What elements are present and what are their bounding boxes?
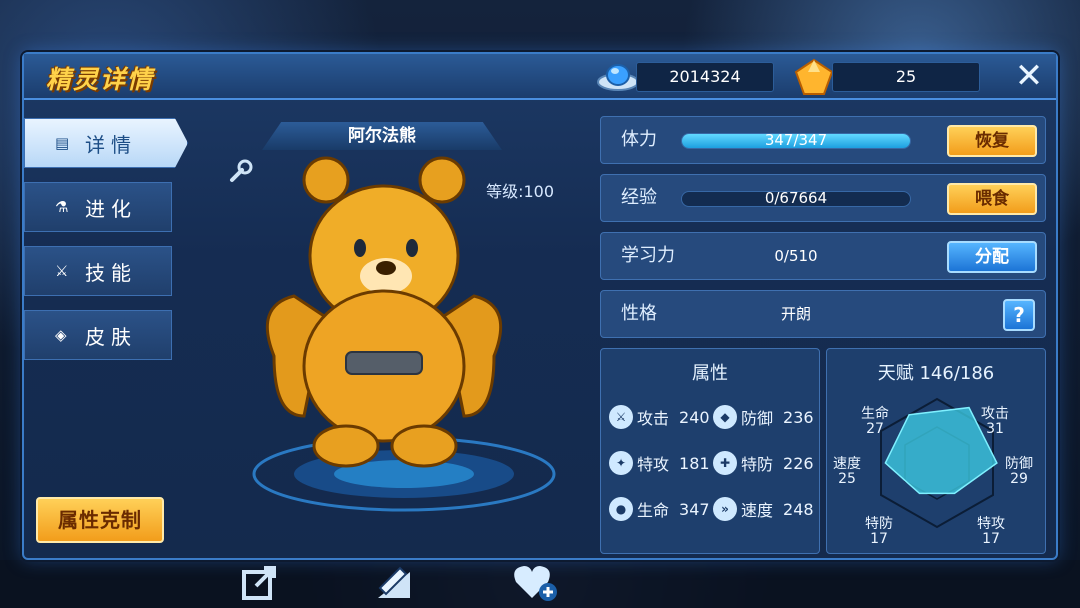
hp-capsule-icon: ● [609,497,633,521]
tab-label: 进化 [85,196,137,221]
stat-value: 347 [679,499,710,519]
learning-row: 学习力 0/510 分配 [600,232,1046,280]
side-tabs: ▤ 详情 ⚗ 进化 ⚔ 技能 ◈ 皮肤 [24,118,188,374]
stat-name: 攻击 [637,409,670,428]
stat-name: 特防 [741,455,774,474]
talent-box: 天赋 146/186 生命 27 攻击 31 防御 29 特攻 17 特防 17 速度 25 [826,348,1046,554]
stat-defense: ◆ 防御 236 [713,405,814,429]
stat-speed: » 速度 248 [713,497,814,521]
tab-detail[interactable]: ▤ 详情 [24,118,188,168]
stat-value: 181 [679,453,710,473]
learning-value: 0/510 [774,247,818,265]
exp-value: 0/67664 [764,189,828,207]
speed-wing-icon: » [713,497,737,521]
stat-sp-defense: ✚ 特防 226 [713,451,814,475]
pet-detail-panel: 精灵详情 2014324 25 ✕ ▤ 详情 ⚗ 进化 ⚔ 技能 ◈ 皮肤 属性克制 阿… [22,52,1058,601]
tab-label: 皮肤 [85,324,137,349]
stat-attack: ⚔ 攻击 240 [609,405,710,429]
talent-title: 天赋 146/186 [877,363,995,384]
talent-axis-value: 17 [870,531,888,547]
pet-bear-image [252,156,556,512]
ufo-coin-icon [597,64,639,91]
stat-hp: ● 生命 347 [609,497,710,521]
nature-value: 开朗 [780,305,811,323]
learning-label: 学习力 [621,245,675,266]
share-icon[interactable] [240,562,280,602]
talent-axis-value: 29 [1010,471,1028,487]
sp-attack-icon: ✦ [609,451,633,475]
detail-icon: ▤ [55,134,70,152]
talent-axis-value: 17 [982,531,1000,547]
coin-counter: 2014324 [636,62,774,92]
talent-axis-name: 攻击 [981,406,1009,422]
talent-axis-value: 25 [838,471,856,487]
talent-axis-name: 防御 [1005,456,1033,472]
shield-icon: ◆ [713,405,737,429]
allocate-button[interactable]: 分配 [947,241,1037,273]
talent-axis-value: 31 [986,421,1004,437]
rename-icon[interactable] [374,562,414,602]
stat-name: 速度 [741,501,774,520]
stamina-row: 体力 347/347 恢复 [600,116,1046,164]
talent-sp-defense: 特防 17 [865,517,893,547]
type-counter-button[interactable]: 属性克制 [36,497,164,543]
nature-row: 性格 开朗 ? [600,290,1046,338]
attack-icon: ⚔ [609,405,633,429]
sp-defense-icon: ✚ [713,451,737,475]
feed-button[interactable]: 喂食 [947,183,1037,215]
stat-value: 226 [783,453,814,473]
tab-label: 技能 [85,260,137,285]
talent-defense: 防御 29 [1005,457,1033,487]
talent-sp-attack: 特攻 17 [977,517,1005,547]
pet-display: 阿尔法熊 等级:100 [214,116,594,601]
talent-attack: 攻击 31 [981,407,1009,437]
talent-axis-name: 速度 [833,456,861,472]
stamina-label: 体力 [621,129,657,150]
close-button[interactable]: ✕ [1012,59,1046,94]
gem-icon [794,58,834,95]
tab-skins[interactable]: ◈ 皮肤 [24,310,172,360]
exp-label: 经验 [621,187,657,208]
pet-name: 阿尔法熊 [262,122,502,150]
tab-skills[interactable]: ⚔ 技能 [24,246,172,296]
page-title: 精灵详情 [46,65,155,94]
drop-icon: ◈ [55,326,67,344]
stat-name: 特攻 [637,455,670,474]
talent-axis-name: 特防 [865,516,893,532]
header-bar: 精灵详情 2014324 25 ✕ [24,54,1056,100]
attributes-box: 属性 ⚔ 攻击 240 ◆ 防御 236 ✦ 特攻 181 ✚ 特防 226 ● 生命 347 » 速… [600,348,820,554]
talent-axis-value: 27 [866,421,884,437]
talent-hp: 生命 27 [861,407,889,437]
stamina-value: 347/347 [764,131,828,149]
recover-button[interactable]: 恢复 [947,125,1037,157]
talent-axis-name: 特攻 [977,516,1005,532]
talent-axis-name: 生命 [861,406,889,422]
stat-name: 生命 [637,501,670,520]
tab-label: 详情 [85,132,137,157]
help-button[interactable]: ? [1003,299,1035,331]
sword-icon: ⚔ [55,262,69,280]
talent-speed: 速度 25 [833,457,861,487]
tab-evolve[interactable]: ⚗ 进化 [24,182,172,232]
exp-row: 经验 0/67664 喂食 [600,174,1046,222]
stat-sp-attack: ✦ 特攻 181 [609,451,710,475]
attributes-title: 属性 [692,363,728,384]
stat-value: 240 [679,407,710,427]
stat-value: 248 [783,499,814,519]
stat-name: 防御 [741,409,774,428]
flask-icon: ⚗ [55,198,69,216]
gem-counter: 25 [832,62,980,92]
favorite-heart-icon[interactable] [512,562,558,602]
stat-value: 236 [783,407,814,427]
nature-label: 性格 [621,303,657,324]
close-icon: ✕ [1014,56,1044,96]
